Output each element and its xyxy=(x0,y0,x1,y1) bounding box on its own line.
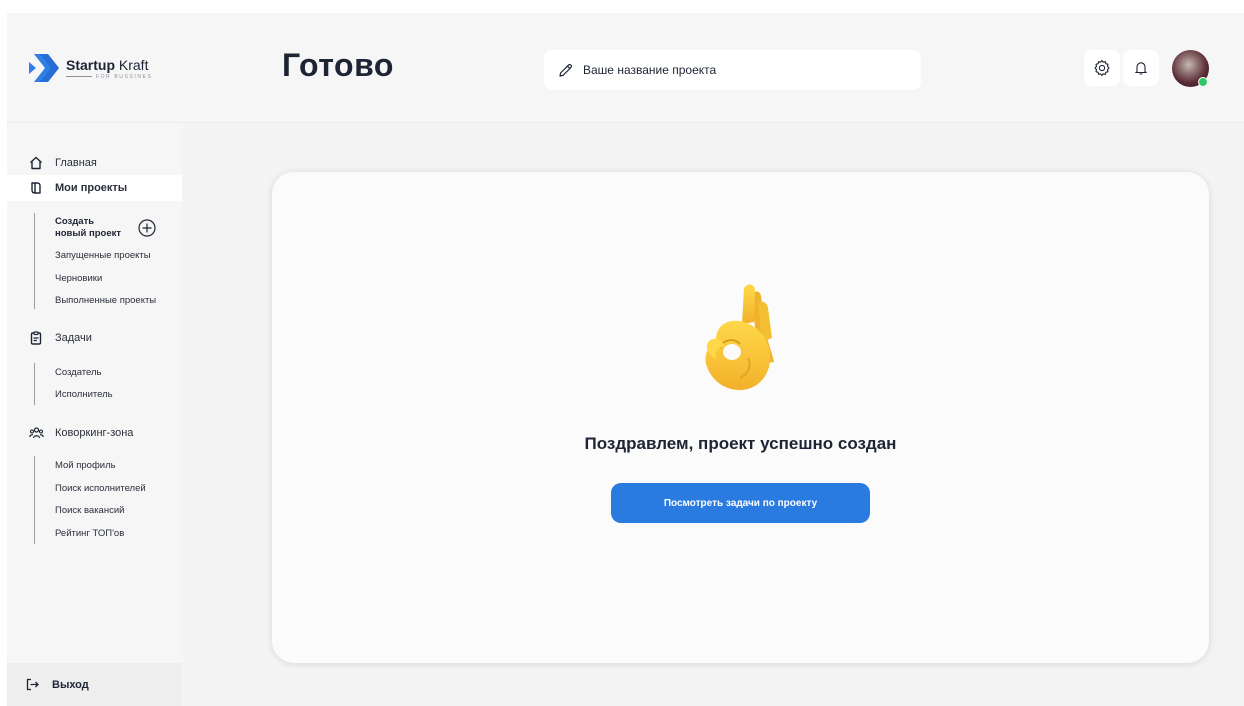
sidebar-item-label: Главная xyxy=(55,157,97,169)
logout-label: Выход xyxy=(52,678,89,691)
submenu-drafts[interactable]: Черновики xyxy=(55,273,102,284)
logo-area: Startup Kraft FOR BUSSINES xyxy=(7,13,182,123)
projects-submenu xyxy=(34,213,35,309)
sidebar-item-label: Задачи xyxy=(55,332,92,344)
brand-tagline: FOR BUSSINES xyxy=(96,73,153,80)
create-project-link[interactable]: Создать новый проект xyxy=(55,216,121,240)
sidebar: Startup Kraft FOR BUSSINES Главная Мои п… xyxy=(7,13,182,706)
logout-icon xyxy=(26,678,40,692)
header: Готово xyxy=(182,13,1244,123)
bell-icon xyxy=(1135,62,1147,75)
view-project-tasks-button[interactable]: Посмотреть задачи по проекту xyxy=(611,483,870,523)
pencil-icon xyxy=(559,63,573,77)
submenu-launched-projects[interactable]: Запущенные проекты xyxy=(55,250,151,261)
brand-logo[interactable]: Startup Kraft FOR BUSSINES xyxy=(26,51,152,85)
sidebar-item-label: Мои проекты xyxy=(55,182,128,194)
book-icon xyxy=(28,180,44,196)
project-name-field[interactable] xyxy=(544,50,921,90)
ok-hand-icon xyxy=(705,284,774,390)
gear-icon xyxy=(1094,59,1110,77)
submenu-find-executors[interactable]: Поиск исполнителей xyxy=(55,483,146,494)
sidebar-item-my-projects[interactable]: Мои проекты xyxy=(7,175,182,201)
notifications-button[interactable] xyxy=(1123,50,1159,86)
submenu-completed-projects[interactable]: Выполненные проекты xyxy=(55,295,156,306)
submenu-top-rating[interactable]: Рейтинг ТОП'ов xyxy=(55,528,124,539)
brand-name: Startup Kraft xyxy=(66,56,149,73)
submenu-my-profile[interactable]: Мой профиль xyxy=(55,460,116,471)
logout-button[interactable]: Выход xyxy=(7,663,182,706)
sidebar-item-home[interactable]: Главная xyxy=(7,150,182,176)
success-card: Поздравлем, проект успешно создан Посмот… xyxy=(272,172,1209,663)
sidebar-item-tasks[interactable]: Задачи xyxy=(7,325,182,351)
submenu-find-vacancies[interactable]: Поиск вакансий xyxy=(55,505,124,516)
coworking-submenu xyxy=(34,456,35,544)
sidebar-item-coworking[interactable]: Коворкинг-зона xyxy=(7,420,182,446)
clipboard-icon xyxy=(28,330,44,346)
project-name-input[interactable] xyxy=(583,63,903,77)
add-project-icon[interactable] xyxy=(138,219,156,237)
home-icon xyxy=(28,155,44,171)
logo-chevron-icon xyxy=(29,54,59,82)
submenu-creator[interactable]: Создатель xyxy=(55,367,102,378)
sidebar-item-label: Коворкинг-зона xyxy=(55,427,134,439)
settings-button[interactable] xyxy=(1084,50,1120,86)
online-status-indicator xyxy=(1198,77,1208,87)
submenu-executor[interactable]: Исполнитель xyxy=(55,389,113,400)
success-message: Поздравлем, проект успешно создан xyxy=(584,434,897,453)
app-window: Startup Kraft FOR BUSSINES Главная Мои п… xyxy=(7,13,1244,706)
tasks-submenu xyxy=(34,363,35,405)
page-title: Готово xyxy=(282,47,394,83)
users-icon xyxy=(28,425,44,441)
